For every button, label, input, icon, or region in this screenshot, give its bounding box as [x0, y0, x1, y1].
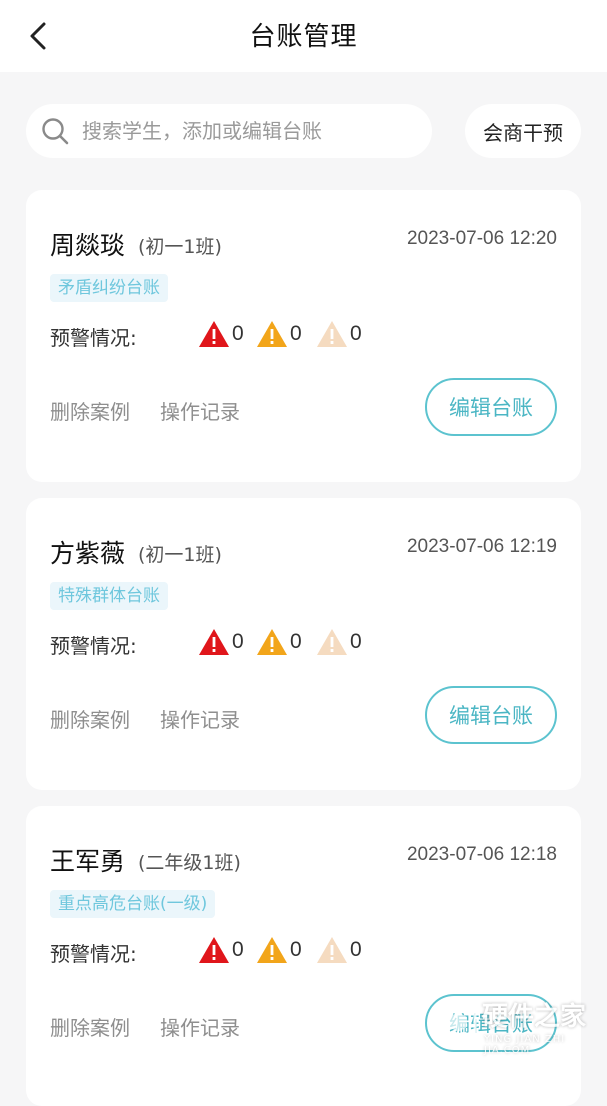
warning-high-count: 0	[232, 938, 244, 961]
ledger-type-tag: 重点高危台账(一级)	[50, 890, 216, 918]
consult-intervention-button[interactable]: 会商干预	[465, 104, 581, 158]
operation-log-link[interactable]: 操作记录	[160, 704, 240, 733]
watermark-logo-icon	[439, 1000, 477, 1044]
warning-label: 预警情况:	[50, 326, 137, 350]
delete-case-link[interactable]: 删除案例	[50, 704, 130, 733]
record-time: 2023-07-06 12:18	[406, 844, 557, 865]
warning-medium-count: 0	[290, 630, 302, 653]
warning-high-count: 0	[232, 630, 244, 653]
warning-medium-icon	[257, 321, 287, 347]
search-icon	[42, 118, 69, 145]
student-name: 周燚琰	[50, 231, 126, 260]
warning-medium-count: 0	[290, 322, 302, 345]
delete-case-link[interactable]: 删除案例	[50, 396, 130, 425]
warning-high: 0	[198, 319, 244, 349]
ledger-type-tag: 特殊群体台账	[50, 582, 168, 610]
warning-medium: 0	[256, 935, 302, 965]
record-time: 2023-07-06 12:20	[406, 228, 557, 249]
warning-low: 0	[316, 319, 362, 349]
warning-low-count: 0	[350, 322, 362, 345]
warning-low: 0	[316, 627, 362, 657]
watermark-text: 硬件之家	[482, 1002, 587, 1032]
watermark-subtext: YING JIAN ZHI JIA.COM	[484, 1034, 566, 1056]
class-name: (初一1班)	[138, 236, 222, 258]
warning-medium: 0	[256, 627, 302, 657]
edit-ledger-button[interactable]: 编辑台账	[425, 686, 557, 744]
warning-high-icon	[199, 937, 229, 963]
class-name: (二年级1班)	[138, 852, 241, 874]
top-bar: 台账管理	[0, 0, 607, 72]
warning-high: 0	[198, 627, 244, 657]
warning-low-count: 0	[350, 630, 362, 653]
warning-low-icon	[317, 321, 347, 347]
ledger-type-tag: 矛盾纠纷台账	[50, 274, 168, 302]
warning-low-icon	[317, 629, 347, 655]
student-name: 王军勇	[50, 847, 126, 876]
operation-log-link[interactable]: 操作记录	[160, 396, 240, 425]
student-name: 方紫薇	[50, 539, 126, 568]
record-card: 周燚琰 (初一1班) 2023-07-06 12:20 矛盾纠纷台账 预警情况:…	[26, 190, 581, 482]
warning-label: 预警情况:	[50, 942, 137, 966]
warning-high-icon	[199, 629, 229, 655]
warning-high-icon	[199, 321, 229, 347]
warning-medium-icon	[257, 629, 287, 655]
warning-low: 0	[316, 935, 362, 965]
warning-low-icon	[317, 937, 347, 963]
watermark: 硬件之家 YING JIAN ZHI JIA.COM	[436, 990, 606, 1060]
record-card: 王军勇 (二年级1班) 2023-07-06 12:18 重点高危台账(一级) …	[26, 806, 581, 1106]
search-box[interactable]	[26, 104, 432, 158]
search-row: 会商干预	[26, 104, 581, 158]
class-name: (初一1班)	[138, 544, 222, 566]
warning-high: 0	[198, 935, 244, 965]
warning-medium-icon	[257, 937, 287, 963]
search-input[interactable]	[82, 119, 402, 143]
edit-ledger-button[interactable]: 编辑台账	[425, 378, 557, 436]
warning-medium: 0	[256, 319, 302, 349]
record-card: 方紫薇 (初一1班) 2023-07-06 12:19 特殊群体台账 预警情况:…	[26, 498, 581, 790]
page-title: 台账管理	[249, 22, 358, 52]
delete-case-link[interactable]: 删除案例	[50, 1012, 130, 1041]
warning-low-count: 0	[350, 938, 362, 961]
warning-high-count: 0	[232, 322, 244, 345]
record-time: 2023-07-06 12:19	[406, 536, 557, 557]
warning-label: 预警情况:	[50, 634, 137, 658]
operation-log-link[interactable]: 操作记录	[160, 1012, 240, 1041]
warning-medium-count: 0	[290, 938, 302, 961]
